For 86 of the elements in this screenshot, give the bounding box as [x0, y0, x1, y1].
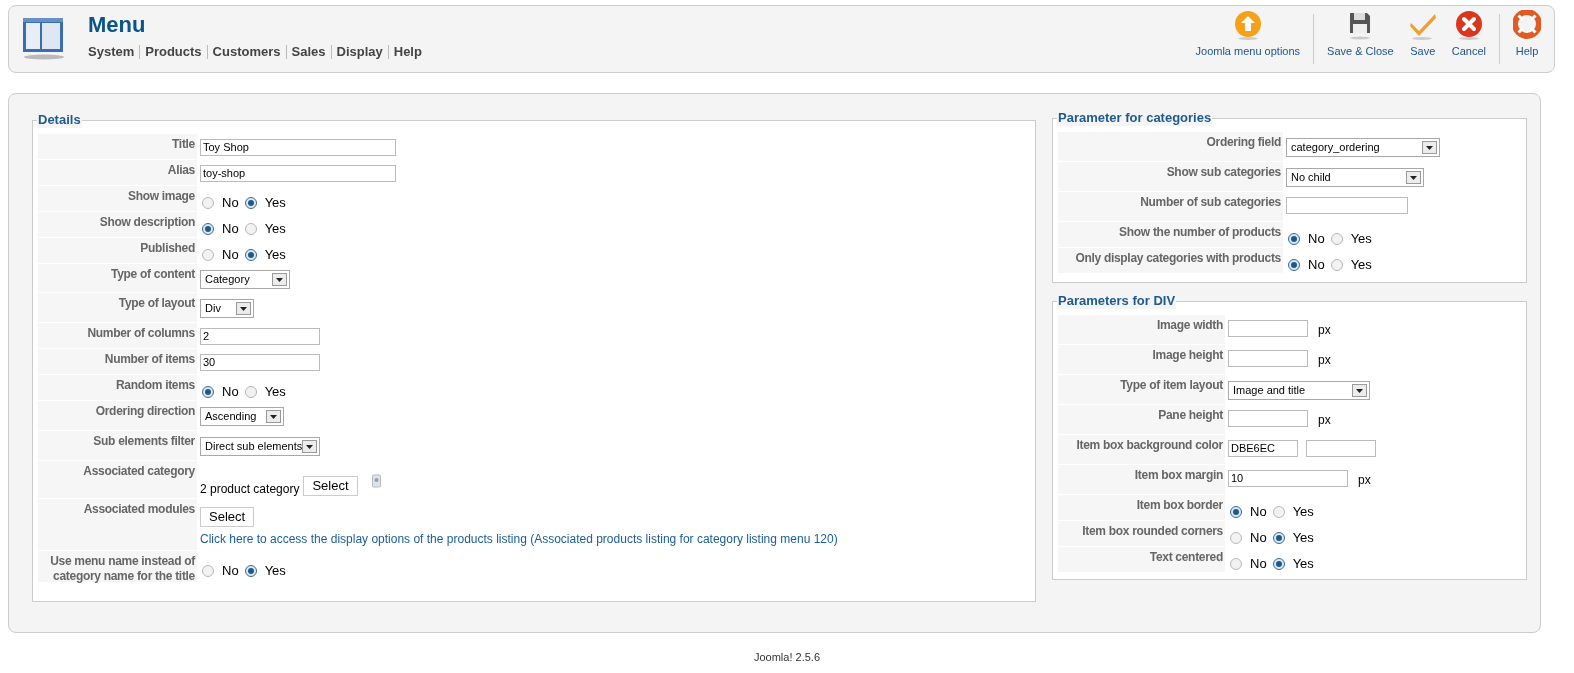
- fieldset-legend: Parameters for DIV: [1057, 293, 1177, 309]
- input-field[interactable]: DBE6EC: [1228, 440, 1298, 457]
- field-label: Number of sub categories: [1140, 195, 1281, 209]
- toolbar-button[interactable]: Save: [1400, 6, 1445, 72]
- option-label: No: [1250, 555, 1267, 574]
- fieldset-legend: Parameter for categories: [1057, 110, 1213, 126]
- dropdown[interactable]: category_ordering: [1286, 138, 1440, 157]
- option-label: Yes: [1292, 529, 1314, 548]
- field-label: Use menu name instead of category name for the title: [50, 554, 195, 583]
- select-button[interactable]: Select: [200, 507, 255, 527]
- category-name: 2 product category: [200, 481, 300, 498]
- field-label: Number of columns: [87, 326, 195, 340]
- dropdown[interactable]: No child: [1286, 168, 1424, 187]
- field-label: Published: [140, 241, 195, 255]
- unit-label: px: [1318, 412, 1331, 429]
- option-label: Yes: [264, 194, 286, 213]
- field-label: Image height: [1152, 348, 1223, 362]
- field-label: Image width: [1156, 318, 1223, 332]
- input-field[interactable]: 10: [1228, 470, 1348, 487]
- display-options-link[interactable]: Click here to access the display options of the products listing (Associated products listing for category listing menu 120): [200, 530, 838, 548]
- version-text: Joomla! 2.5.6: [753, 650, 820, 665]
- select-button[interactable]: Select: [303, 476, 358, 496]
- field-label: Show sub categories: [1166, 165, 1281, 179]
- field-label: Text centered: [1149, 550, 1223, 564]
- dropdown[interactable]: Direct sub elements: [200, 437, 320, 456]
- field-label: Type of content: [111, 267, 195, 281]
- field-label: Show image: [128, 189, 195, 203]
- field-label: Item box border: [1136, 498, 1223, 512]
- menu-link[interactable]: Help: [393, 42, 422, 62]
- field-label: Random items: [115, 378, 195, 392]
- field-label: Title: [172, 137, 195, 151]
- field-label: Pane height: [1158, 408, 1223, 422]
- option-label: No: [222, 383, 239, 402]
- option-label: Yes: [1350, 256, 1372, 275]
- unit-label: px: [1318, 352, 1331, 369]
- option-label: Yes: [264, 562, 286, 581]
- option-label: No: [1250, 529, 1267, 548]
- field-label: Ordering field: [1206, 135, 1281, 149]
- option-label: Yes: [264, 246, 286, 265]
- toolbar-button[interactable]: Cancel: [1444, 6, 1493, 72]
- toolbar-button[interactable]: Save & Close: [1320, 6, 1401, 72]
- dropdown[interactable]: Ascending: [200, 407, 284, 426]
- fieldset-legend: Details: [37, 112, 82, 128]
- dropdown[interactable]: Div: [200, 299, 254, 318]
- option-label: No: [222, 194, 239, 213]
- field-label: Alias: [167, 163, 195, 177]
- field-label: Type of item layout: [1120, 378, 1223, 392]
- field-label: Only display categories with products: [1075, 251, 1281, 265]
- option-label: No: [1250, 503, 1267, 522]
- menu-link[interactable]: Display: [336, 42, 383, 62]
- menu-link[interactable]: Sales: [291, 42, 326, 62]
- toolbar-button[interactable]: Joomla menu options: [1188, 6, 1308, 72]
- field-label: Show the number of products: [1119, 225, 1281, 239]
- input-field[interactable]: 2: [200, 328, 320, 345]
- field-label: Number of items: [104, 352, 195, 366]
- field-label: Show description: [99, 215, 195, 229]
- option-label: No: [1308, 256, 1325, 275]
- option-label: No: [1308, 230, 1325, 249]
- option-label: No: [222, 562, 239, 581]
- field-label: Item box margin: [1134, 468, 1223, 482]
- option-label: No: [222, 246, 239, 265]
- menu-link[interactable]: Customers: [212, 42, 281, 62]
- dropdown[interactable]: Image and title: [1228, 381, 1370, 400]
- field-label: Sub elements filter: [93, 434, 195, 448]
- option-label: Yes: [1350, 230, 1372, 249]
- option-label: Yes: [264, 383, 286, 402]
- unit-label: px: [1318, 322, 1331, 339]
- menu-link[interactable]: System: [88, 42, 135, 62]
- field-label: Item box rounded corners: [1082, 524, 1223, 538]
- field-label: Type of layout: [118, 296, 195, 310]
- field-label: Ordering direction: [95, 404, 195, 418]
- input-field[interactable]: 30: [200, 354, 320, 371]
- input-field[interactable]: toy-shop: [200, 165, 396, 182]
- field-label: Item box background color: [1076, 438, 1223, 452]
- toolbar-button[interactable]: Help: [1506, 6, 1548, 72]
- option-label: Yes: [264, 220, 286, 239]
- unit-label: px: [1358, 472, 1371, 489]
- option-label: Yes: [1292, 503, 1314, 522]
- option-label: No: [222, 220, 239, 239]
- field-label: Associated category: [83, 464, 195, 478]
- field-label: Associated modules: [83, 502, 195, 516]
- menu-link[interactable]: Products: [145, 42, 202, 62]
- option-label: Yes: [1292, 555, 1314, 574]
- input-field[interactable]: Toy Shop: [200, 139, 396, 156]
- dropdown[interactable]: Category: [200, 270, 290, 289]
- page-title: Menu: [88, 11, 147, 39]
